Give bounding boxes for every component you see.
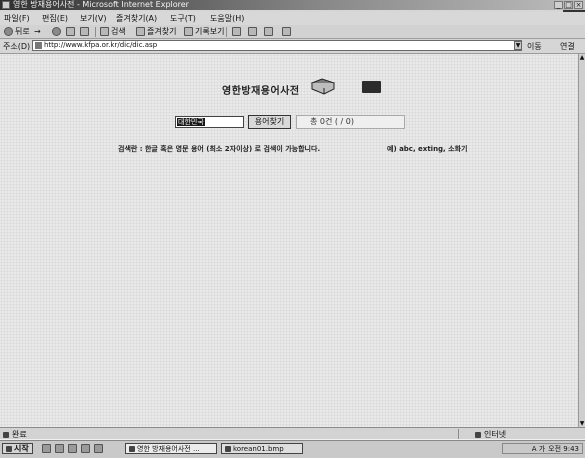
page-done-icon [3,431,9,438]
refresh-button[interactable] [66,26,75,37]
ie-task-icon [129,445,135,452]
links-button[interactable]: 연결 [560,41,575,52]
edit-button[interactable] [264,26,273,37]
paint-task-icon [225,445,231,452]
standard-toolbar: 뒤로 → 검색 즐겨찾기 기록보기 [0,25,585,39]
refresh-icon [66,27,75,36]
back-button[interactable]: 뒤로 [4,26,30,37]
menu-view[interactable]: 보기(V) [80,13,106,24]
mail-button[interactable] [232,26,241,37]
start-label: 시작 [14,444,29,453]
menu-favorites[interactable]: 즐겨찾기(A) [116,13,157,24]
page-icon [35,42,42,49]
dictionary-logo [362,81,381,93]
page-content: 영한방재용어사전 대한민국 용어찾기 총 0건 ( / 0) 검색란 : 한글 … [0,54,578,427]
address-label: 주소(D) [3,42,31,51]
menu-bar: 파일(F) 편집(E) 보기(V) 즐겨찾기(A) 도구(T) 도움말(H) [0,12,585,25]
history-toolbar-label: 기록보기 [195,27,225,36]
stop-button[interactable] [52,26,61,37]
dictionary-title: 영한방재용어사전 [222,86,300,97]
window-title: 영한 방재용어사전 - Microsoft Internet Explorer [13,0,189,9]
quicklaunch-extra-icon[interactable] [94,444,103,453]
back-label: 뒤로 [15,27,30,36]
print-button[interactable] [248,26,257,37]
print-icon [248,27,257,36]
taskbar-item-dictionary[interactable]: 영한 방재용어사전 ... [125,443,217,454]
clock: 오전 9:43 [548,444,579,453]
maximize-button[interactable]: □ [564,1,573,9]
scroll-up-arrow[interactable]: ▲ [579,54,585,61]
links-label: 연결 [560,42,575,51]
history-toolbar-button[interactable]: 기록보기 [184,26,224,37]
stop-icon [52,27,61,36]
edit-icon [264,27,273,36]
ime-indicator[interactable]: A 가 [532,444,545,454]
book-icon [310,78,336,95]
windows-taskbar: 시작 영한 방재용어사전 ... korean01.bmp A 가 오전 9:4… [0,439,585,458]
favorites-icon [136,27,145,36]
menu-edit[interactable]: 편집(E) [42,13,68,24]
menu-file[interactable]: 파일(F) [4,13,30,24]
menu-help[interactable]: 도움말(H) [210,13,244,24]
favorites-toolbar-button[interactable]: 즐겨찾기 [136,26,176,37]
taskbar-item-label: 영한 방재용어사전 ... [137,444,200,453]
search-help-text: 검색란 : 한글 혹은 영문 용어 (최소 2자이상) 로 검색이 가능합니다. [118,145,321,153]
taskbar-item-bitmap[interactable]: korean01.bmp [221,443,303,454]
window-titlebar: 영한 방재용어사전 - Microsoft Internet Explorer … [0,0,585,10]
discuss-button[interactable] [282,26,291,37]
quicklaunch-ie-icon[interactable] [42,444,51,453]
go-label: 이동 [527,42,542,51]
ie-icon [2,1,10,9]
close-button[interactable]: × [574,1,583,9]
quicklaunch-channel-icon[interactable] [81,444,90,453]
discuss-icon [282,27,291,36]
search-icon [100,27,109,36]
start-button[interactable]: 시작 [2,443,33,454]
scroll-down-arrow[interactable]: ▼ [579,420,585,427]
windows-logo-icon [6,445,12,452]
search-button[interactable]: 용어찾기 [248,115,291,129]
quicklaunch-outlook-icon[interactable] [55,444,64,453]
search-help-example: 예) abc, exting, 소화기 [387,145,468,153]
history-icon [184,27,193,36]
search-toolbar-label: 검색 [111,27,126,36]
favorites-toolbar-label: 즐겨찾기 [147,27,177,36]
vertical-scrollbar[interactable]: ▲ ▼ [578,54,585,427]
menu-tools[interactable]: 도구(T) [170,13,196,24]
forward-button[interactable]: → [34,26,41,37]
home-button[interactable] [80,26,89,37]
status-separator [458,429,459,439]
home-icon [80,27,89,36]
search-input[interactable]: 대한민국 [175,116,244,128]
window-controls: _ □ × [554,1,583,9]
quicklaunch-desktop-icon[interactable] [68,444,77,453]
address-bar: 주소(D) http://www.kfpa.or.kr/dic/dic.asp … [0,39,585,54]
go-button[interactable]: 이동 [527,41,542,52]
toolbar-separator [95,27,96,37]
address-dropdown-button[interactable]: ▼ [514,41,522,50]
system-tray: A 가 오전 9:43 [502,443,583,454]
back-arrow-icon [4,27,13,36]
toolbar-separator [226,27,227,37]
taskbar-item-label: korean01.bmp [233,444,284,453]
search-toolbar-button[interactable]: 검색 [100,26,126,37]
address-url: http://www.kfpa.or.kr/dic/dic.asp [44,41,158,49]
result-count: 총 0건 ( / 0) [296,115,405,129]
address-input[interactable]: http://www.kfpa.or.kr/dic/dic.asp [32,40,522,51]
search-value: 대한민국 [177,118,205,126]
internet-zone-icon [475,431,481,438]
mail-icon [232,27,241,36]
search-form: 대한민국 용어찾기 총 0건 ( / 0) [175,115,405,129]
minimize-button[interactable]: _ [554,1,563,9]
